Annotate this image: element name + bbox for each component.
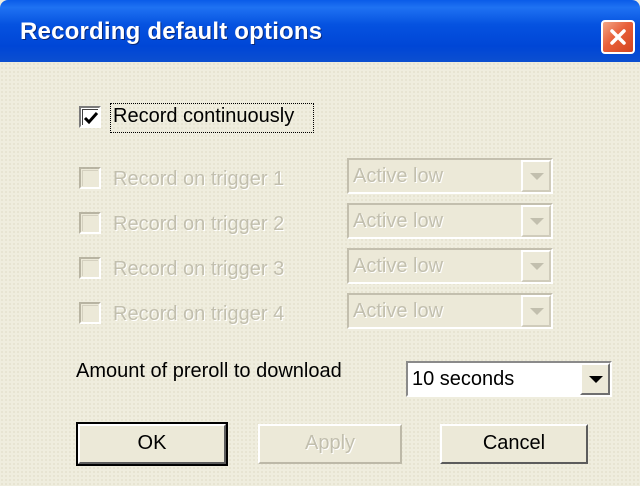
apply-button[interactable]: Apply [258, 424, 402, 464]
trigger-4-mode-value: Active low [353, 300, 444, 322]
trigger-3-checkbox[interactable] [79, 257, 101, 279]
close-button[interactable] [601, 20, 635, 54]
checkmark-icon [83, 112, 99, 125]
dropdown-button[interactable] [521, 205, 551, 237]
trigger-3-label: Record on trigger 3 [113, 258, 285, 280]
chevron-down-icon [530, 263, 544, 270]
trigger-2-checkbox[interactable] [79, 212, 101, 234]
preroll-value: 10 seconds [412, 368, 515, 390]
trigger-2-mode-select[interactable]: Active low [347, 203, 553, 239]
dropdown-button[interactable] [580, 363, 610, 395]
chevron-down-icon [530, 173, 544, 180]
trigger-1-checkbox[interactable] [79, 167, 101, 189]
dropdown-button[interactable] [521, 250, 551, 282]
trigger-1-mode-value: Active low [353, 165, 444, 187]
trigger-4-label: Record on trigger 4 [113, 303, 285, 325]
record-continuously-label[interactable]: Record continuously [113, 105, 294, 128]
dropdown-button[interactable] [521, 160, 551, 192]
chevron-down-icon [530, 218, 544, 225]
preroll-label: Amount of preroll to download [76, 360, 342, 382]
cancel-button[interactable]: Cancel [440, 424, 588, 464]
trigger-2-label: Record on trigger 2 [113, 213, 285, 235]
trigger-2-mode-value: Active low [353, 210, 444, 232]
trigger-1-label: Record on trigger 1 [113, 168, 285, 190]
trigger-4-mode-select[interactable]: Active low [347, 293, 553, 329]
dialog-window: Recording default options Record continu… [0, 0, 640, 486]
trigger-3-mode-select[interactable]: Active low [347, 248, 553, 284]
window-title: Recording default options [20, 18, 323, 45]
close-icon [610, 29, 626, 45]
ok-button[interactable]: OK [76, 422, 228, 466]
title-bar[interactable]: Recording default options [0, 0, 640, 62]
preroll-select[interactable]: 10 seconds [406, 361, 612, 397]
dialog-body: Record continuously Record on trigger 1 … [0, 62, 640, 486]
chevron-down-icon [530, 308, 544, 315]
trigger-1-mode-select[interactable]: Active low [347, 158, 553, 194]
dropdown-button[interactable] [521, 295, 551, 327]
trigger-3-mode-value: Active low [353, 255, 444, 277]
record-continuously-checkbox[interactable] [79, 106, 101, 128]
trigger-4-checkbox[interactable] [79, 302, 101, 324]
chevron-down-icon [589, 376, 603, 383]
